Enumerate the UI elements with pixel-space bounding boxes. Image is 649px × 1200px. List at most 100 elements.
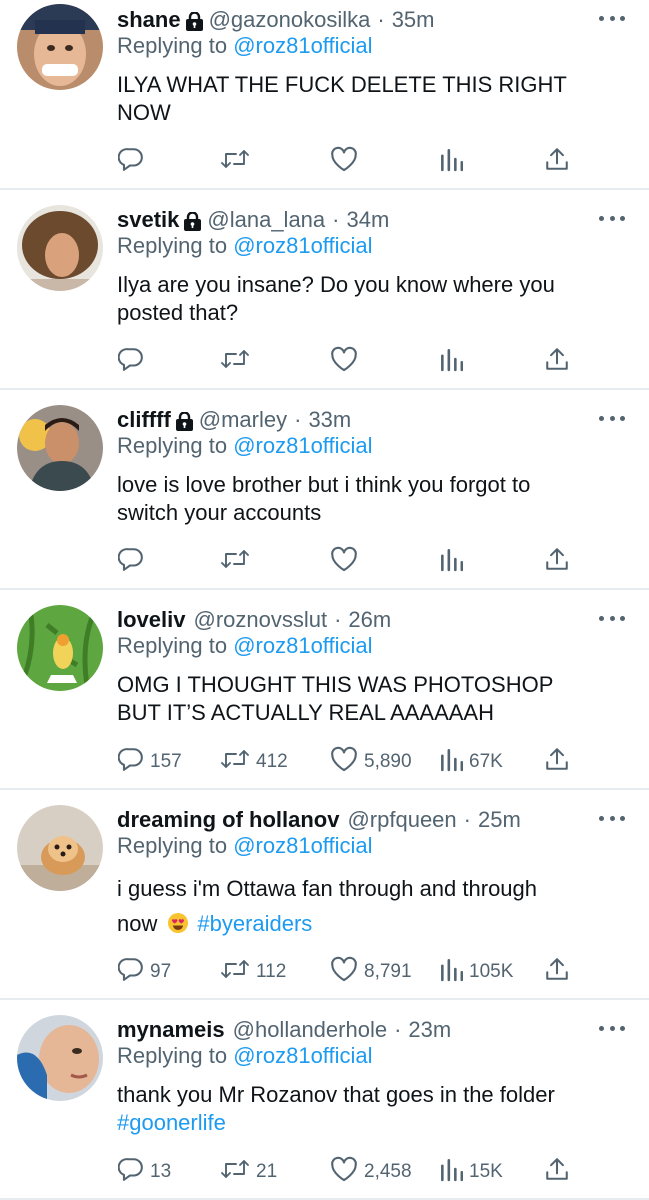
more-horizontal-icon[interactable] [599,608,625,628]
action-bar [117,146,629,177]
like-button[interactable]: 5,890 [330,746,412,778]
more-horizontal-icon[interactable] [599,408,625,428]
reply-button[interactable] [117,147,150,177]
share-button[interactable] [544,957,570,987]
views-button[interactable]: 15K [439,1157,503,1187]
replying-to: Replying to @roz81official [117,833,373,859]
reply-item[interactable]: dreaming of hollanov @rpfqueen · 25m Rep… [0,790,649,1000]
avatar[interactable] [17,805,103,891]
retweet-icon [220,746,250,778]
avatar[interactable] [17,605,103,691]
replying-to-label: Replying to [117,233,228,258]
reply-button[interactable]: 97 [117,957,171,987]
handle[interactable]: @roznovsslut [193,607,327,633]
replying-to-label: Replying to [117,833,228,858]
retweet-button[interactable] [220,347,256,377]
timestamp[interactable]: 34m [346,207,389,233]
avatar[interactable] [17,4,103,90]
timestamp[interactable]: 25m [478,807,521,833]
reply-header: loveliv @roznovsslut · 26m [117,604,391,636]
share-upload-icon [544,956,570,988]
reply-button[interactable]: 13 [117,1156,171,1188]
like-button[interactable] [330,546,364,578]
separator-dot: · [463,807,471,832]
share-button[interactable] [544,1157,570,1187]
mention-link[interactable]: @roz81official [233,833,372,858]
reply-item[interactable]: shane @gazonokosilka · 35m Replying to @… [0,0,649,190]
mention-link[interactable]: @roz81official [233,33,372,58]
reply-button[interactable] [117,347,150,377]
replying-to-label: Replying to [117,633,228,658]
reply-item[interactable]: svetik @lana_lana · 34m Replying to @roz… [0,190,649,390]
text-line: OMG I THOUGHT THIS WAS PHOTOSHOP [117,672,554,697]
share-button[interactable] [544,347,570,377]
views-button[interactable]: 105K [439,957,513,987]
mention-link[interactable]: @roz81official [233,633,372,658]
display-name[interactable]: svetik [117,207,179,233]
handle[interactable]: @gazonokosilka [209,7,371,33]
views-button[interactable] [439,347,469,377]
reply-header: dreaming of hollanov @rpfqueen · 25m [117,804,521,836]
share-button[interactable] [544,547,570,577]
mention-link[interactable]: @roz81official [233,433,372,458]
like-button[interactable] [330,346,364,377]
hashtag-link[interactable]: #goonerlife [117,1109,617,1137]
views-button[interactable]: 67K [439,747,503,777]
like-count: 8,791 [364,961,412,982]
more-horizontal-icon[interactable] [599,1018,625,1038]
timestamp[interactable]: 23m [408,1017,451,1043]
views-button[interactable] [439,147,469,177]
like-button[interactable]: 2,458 [330,1156,412,1187]
display-name[interactable]: cliffff [117,407,171,433]
retweet-button[interactable]: 412 [220,747,288,777]
timestamp[interactable]: 26m [348,607,391,633]
text-line: BUT IT’S ACTUALLY REAL AAAAAAH [117,700,494,725]
retweet-button[interactable] [220,147,256,177]
action-bar [117,546,629,578]
reply-item[interactable]: cliffff @marley · 33m Replying to @roz81… [0,390,649,590]
timestamp[interactable]: 35m [392,7,435,33]
share-upload-icon [544,1156,570,1188]
reply-item[interactable]: loveliv @roznovsslut · 26m Replying to @… [0,590,649,790]
mention-link[interactable]: @roz81official [233,233,372,258]
retweet-icon [220,956,250,988]
like-button[interactable] [330,146,364,177]
more-horizontal-icon[interactable] [599,808,625,828]
bar-chart-icon [439,956,464,988]
speech-bubble-icon [117,1156,144,1188]
retweet-button[interactable]: 112 [220,957,286,987]
handle[interactable]: @marley [199,407,287,433]
heart-icon [330,956,358,988]
avatar[interactable] [17,405,103,491]
heart-icon [330,746,358,778]
share-button[interactable] [544,147,570,177]
display-name[interactable]: shane [117,7,181,33]
reply-text: OMG I THOUGHT THIS WAS PHOTOSHOP BUT IT’… [117,671,617,727]
timestamp[interactable]: 33m [308,407,351,433]
handle[interactable]: @rpfqueen [347,807,456,833]
reply-item[interactable]: mynameis @hollanderhole · 23m Replying t… [0,1000,649,1200]
more-horizontal-icon[interactable] [599,8,625,28]
like-button[interactable]: 8,791 [330,956,412,988]
more-horizontal-icon[interactable] [599,208,625,228]
handle[interactable]: @hollanderhole [233,1017,387,1043]
display-name[interactable]: dreaming of hollanov [117,807,339,833]
avatar[interactable] [17,1015,103,1101]
bar-chart-icon [439,1156,464,1188]
reply-button[interactable]: 157 [117,747,182,777]
retweet-button[interactable] [220,547,256,577]
reply-text: love is love brother but i think you for… [117,471,617,527]
retweet-button[interactable]: 21 [220,1157,277,1187]
text-line: posted that? [117,300,239,325]
share-button[interactable] [544,747,570,777]
views-button[interactable] [439,547,469,577]
hashtag-link[interactable]: #byeraiders [197,911,312,936]
display-name[interactable]: loveliv [117,607,185,633]
mention-link[interactable]: @roz81official [233,1043,372,1068]
avatar[interactable] [17,205,103,291]
views-count: 15K [469,1161,503,1182]
heart-icon [330,546,358,578]
reply-button[interactable] [117,547,150,577]
display-name[interactable]: mynameis [117,1017,225,1043]
handle[interactable]: @lana_lana [207,207,325,233]
